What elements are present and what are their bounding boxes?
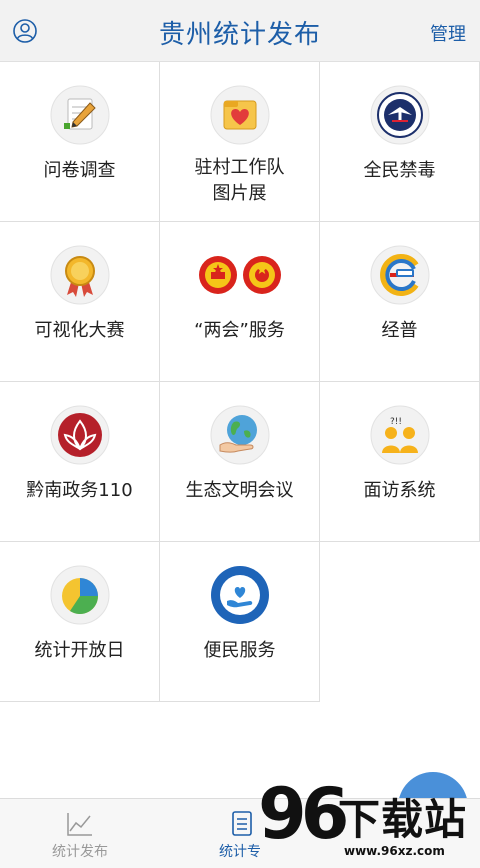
heart-folder-icon: [210, 85, 270, 145]
pencil-notepad-icon: [50, 85, 110, 145]
leaf-logo-icon: [50, 405, 110, 465]
grid-item-label: 黔南政务110: [26, 480, 133, 501]
national-emblem-icon: [196, 245, 284, 305]
grid-item-anti-drug[interactable]: 全民禁毒: [320, 62, 480, 222]
page-title: 贵州统计发布: [158, 20, 321, 50]
grid-item-label: “两会”服务: [194, 320, 285, 341]
grid-item-label: 全民禁毒: [363, 160, 436, 181]
top-bar: 贵州统计发布 管理: [0, 0, 480, 62]
grid-item-visualization-contest[interactable]: 可视化大赛: [0, 222, 160, 382]
tab-statistics-release[interactable]: 统计发布: [0, 799, 160, 868]
tab-label: 统计发布: [52, 844, 108, 860]
interview-people-icon: ?!!: [370, 405, 430, 465]
grid-item-survey[interactable]: 问卷调查: [0, 62, 160, 222]
grid-item-interview-system[interactable]: ?!! 面访系统: [320, 382, 480, 542]
watermark-url: www.96xz.com: [344, 844, 445, 858]
grid-item-label: 驻村工作队 图片展: [194, 157, 285, 204]
medal-award-icon: [50, 245, 110, 305]
grid-item-label: 便民服务: [203, 640, 276, 661]
grid-item-village-photos[interactable]: 驻村工作队 图片展: [160, 62, 320, 222]
anti-drug-emblem-icon: [370, 85, 430, 145]
grid-item-label: 统计开放日: [34, 640, 125, 661]
grid-item-label: 面访系统: [363, 480, 436, 501]
grid-item-statistics-open-day[interactable]: 统计开放日: [0, 542, 160, 702]
grid-item-label: 经普: [381, 320, 418, 341]
document-icon: [228, 811, 256, 837]
svg-text:?!!: ?!!: [390, 417, 402, 427]
service-badge-icon: [210, 565, 270, 625]
census-2018-logo-icon: [370, 245, 430, 305]
grid-item-eco-conference[interactable]: 生态文明会议: [160, 382, 320, 542]
grid-item-qiannan-gov[interactable]: 黔南政务110: [0, 382, 160, 542]
grid-item-convenience-service[interactable]: 便民服务: [160, 542, 320, 702]
line-chart-icon: [66, 811, 94, 837]
manage-button[interactable]: 管理: [430, 20, 466, 46]
grid-item-label: 可视化大赛: [34, 320, 125, 341]
grid-item-two-sessions[interactable]: “两会”服务: [160, 222, 320, 382]
watermark-number: 96: [258, 773, 349, 855]
grid-item-label: 生态文明会议: [185, 480, 294, 501]
watermark-logo: 96 下载站 www.96xz.com: [254, 772, 480, 868]
grid-item-label: 问卷调查: [43, 160, 116, 181]
watermark-text: 下载站: [338, 795, 468, 844]
grid-item-census[interactable]: 经普: [320, 222, 480, 382]
earth-hands-icon: [210, 405, 270, 465]
pie-chart-icon: [50, 565, 110, 625]
